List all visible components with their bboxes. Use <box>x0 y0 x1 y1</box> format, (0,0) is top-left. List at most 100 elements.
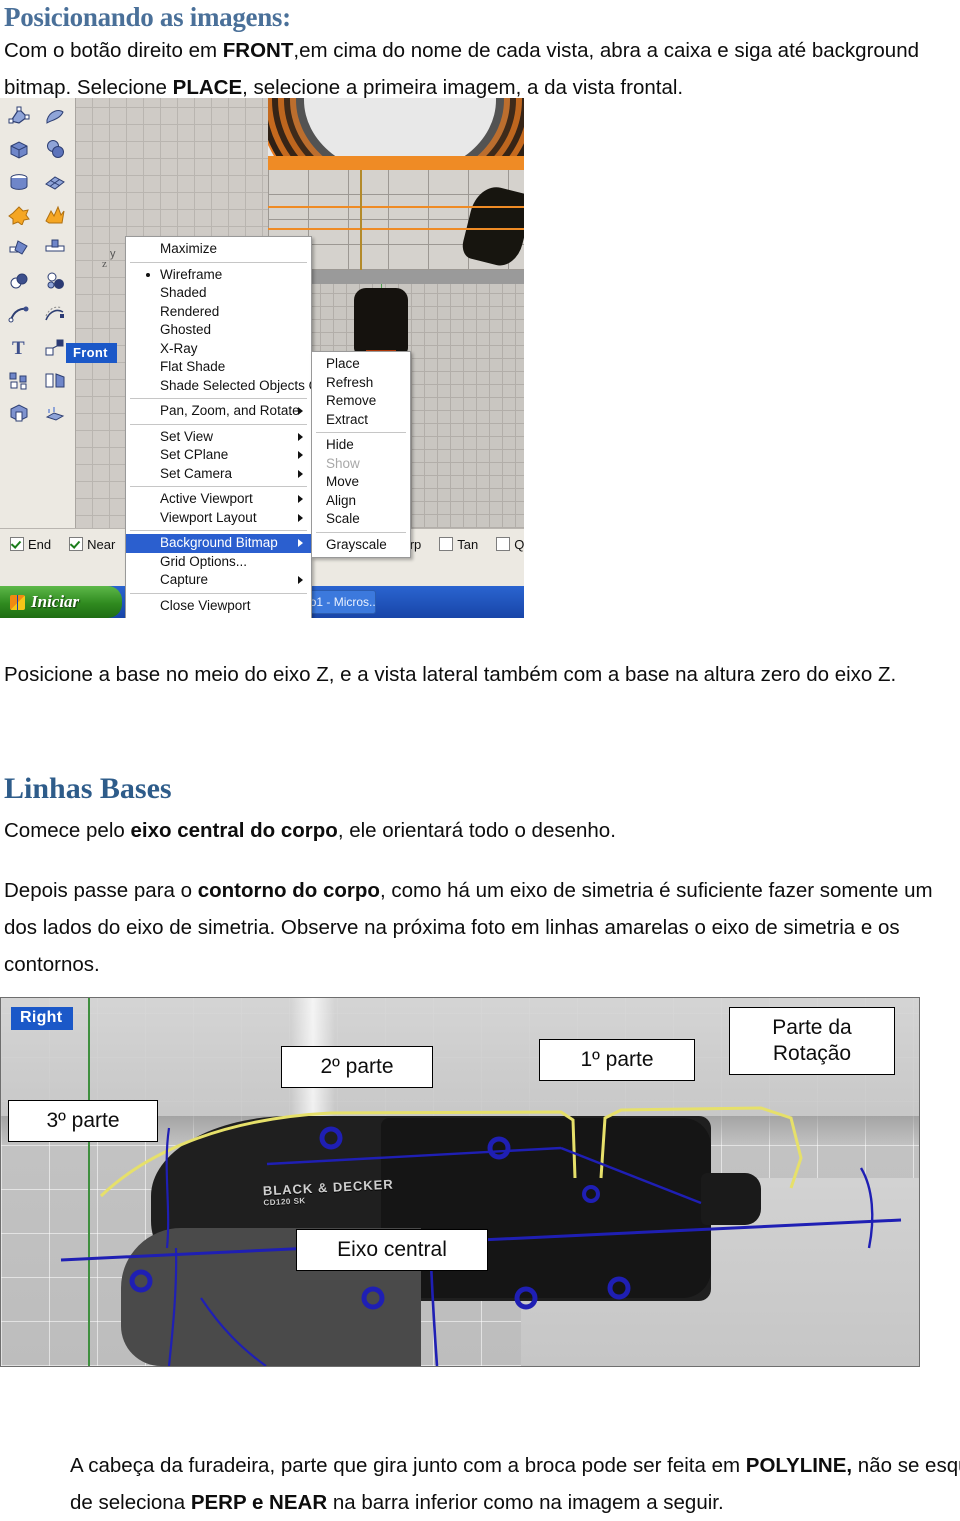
extrude-icon[interactable] <box>39 397 71 429</box>
viewport-context-menu[interactable]: Maximize Wireframe Shaded Rendered Ghost… <box>125 236 336 618</box>
submenu-item-extract[interactable]: Extract <box>312 411 410 430</box>
submenu-item-hide[interactable]: Hide <box>312 436 410 455</box>
menu-item-active-viewport[interactable]: Active Viewport <box>126 490 311 509</box>
radio-bullet-icon <box>146 272 150 277</box>
menu-item-capture[interactable]: Capture <box>126 571 311 590</box>
blue-point-3 <box>129 1269 153 1293</box>
orange-guide-2 <box>268 228 524 230</box>
intro-text-3: , selecione a primeira imagem, a da vist… <box>242 76 684 99</box>
left-toolbar[interactable]: T <box>0 98 76 528</box>
menu-item-shade-selected-only[interactable]: Shade Selected Objects Only <box>126 377 336 396</box>
blue-point-2 <box>487 1136 511 1160</box>
submenu-item-scale[interactable]: Scale <box>312 510 410 529</box>
blue-point-7 <box>582 1185 600 1203</box>
boolean-sphere-icon[interactable] <box>3 265 35 297</box>
menu-item-xray[interactable]: X-Ray <box>126 340 311 359</box>
box-icon[interactable] <box>3 133 35 165</box>
submenu-item-show: Show <box>326 455 360 471</box>
menu-item-set-camera[interactable]: Set Camera <box>126 465 311 484</box>
osnap-tan[interactable]: Tan <box>439 537 478 552</box>
toolbar-column-2[interactable] <box>39 100 73 430</box>
drill-photo-blob <box>459 182 524 270</box>
menu-item-maximize[interactable]: Maximize <box>126 240 311 259</box>
menu-item-viewport-layout[interactable]: Viewport Layout <box>126 509 311 528</box>
menu-item-close-viewport[interactable]: Close Viewport <box>126 597 311 616</box>
submenu-item-remove[interactable]: Remove <box>312 392 410 411</box>
start-button[interactable]: Iniciar <box>0 586 122 618</box>
menu-item-wireframe[interactable]: Wireframe <box>126 266 311 285</box>
osnap-quad-label: Q <box>514 536 524 552</box>
text-tool-icon[interactable]: T <box>3 331 35 363</box>
menu-separator <box>130 423 307 425</box>
two-spheres-icon[interactable] <box>39 133 71 165</box>
mirror-icon[interactable] <box>39 364 71 396</box>
submenu-item-refresh[interactable]: Refresh <box>312 374 410 393</box>
osnap-quad-checkbox[interactable] <box>496 537 511 551</box>
control-points-icon[interactable] <box>3 100 35 132</box>
section-title-linhas-bases: Linhas Bases <box>4 772 172 805</box>
curve-icon[interactable] <box>3 298 35 330</box>
osnap-quad[interactable]: Q <box>496 537 524 552</box>
start-button-label: Iniciar <box>31 592 80 611</box>
trim-icon[interactable] <box>39 232 71 264</box>
drill-head <box>354 288 408 354</box>
viewport-title-right[interactable]: Right <box>11 1007 74 1030</box>
osnap-end[interactable]: End <box>10 537 51 552</box>
menu-item-set-camera-label: Set Camera <box>160 465 233 481</box>
menu-item-rendered[interactable]: Rendered <box>126 303 311 322</box>
orange-bar <box>268 156 524 170</box>
chevron-right-icon <box>298 432 303 441</box>
intro-bold-place: PLACE <box>172 76 243 99</box>
menu-item-viewport-layout-label: Viewport Layout <box>160 509 257 525</box>
surface-icon[interactable] <box>39 100 71 132</box>
intro-paragraph: Com o botão direito em FRONT,em cima do … <box>0 32 956 106</box>
menu-item-grid-options[interactable]: Grid Options... <box>126 553 311 572</box>
svg-text:T: T <box>12 338 25 357</box>
blue-point-4 <box>361 1286 385 1310</box>
menu-item-ghosted[interactable]: Ghosted <box>126 321 311 340</box>
explode-icon[interactable] <box>39 199 71 231</box>
chevron-right-icon <box>298 576 303 584</box>
background-bitmap-submenu[interactable]: Place Refresh Remove Extract Hide Show M… <box>311 351 411 558</box>
split-icon[interactable] <box>3 232 35 264</box>
toolbar-column-1[interactable]: T <box>3 100 37 430</box>
contorno-text-1: Depois passe para o <box>4 879 198 902</box>
solid-box-icon[interactable] <box>3 397 35 429</box>
menu-item-pan-zoom-rotate[interactable]: Pan, Zoom, and Rotate <box>126 402 311 421</box>
menu-separator <box>130 261 307 263</box>
menu-item-set-cplane[interactable]: Set CPlane <box>126 446 311 465</box>
document-page: Posicionando as imagens: Com o botão dir… <box>0 0 960 1516</box>
mesh-plane-icon[interactable] <box>39 166 71 198</box>
menu-item-pan-zoom-rotate-label: Pan, Zoom, and Rotate <box>160 403 300 418</box>
windows-flag-icon <box>10 594 25 610</box>
blue-curve-2 <box>167 1247 178 1366</box>
menu-item-shaded[interactable]: Shaded <box>126 284 311 303</box>
menu-item-active-viewport-label: Active Viewport <box>160 491 253 506</box>
submenu-item-move[interactable]: Move <box>312 473 410 492</box>
final-bold-perp-near: PERP e NEAR <box>190 1491 328 1514</box>
boolean-union-icon[interactable] <box>3 199 35 231</box>
circles-icon[interactable] <box>39 265 71 297</box>
cylinder-icon[interactable] <box>3 166 35 198</box>
menu-item-background-bitmap[interactable]: Background Bitmap <box>126 534 311 553</box>
menu-item-set-view[interactable]: Set View <box>126 428 311 447</box>
submenu-item-grayscale[interactable]: Grayscale <box>312 536 410 555</box>
osnap-tan-checkbox[interactable] <box>439 537 454 551</box>
osnap-near-label: Near <box>87 536 116 552</box>
osnap-near[interactable]: Near <box>69 537 115 552</box>
submenu-item-place[interactable]: Place <box>312 355 410 374</box>
viewport-title-front[interactable]: Front <box>66 343 117 363</box>
menu-item-flat-shade[interactable]: Flat Shade <box>126 358 311 377</box>
group-icon[interactable] <box>3 364 35 396</box>
menu-separator <box>130 398 307 399</box>
paragraph-contorno: Depois passe para o contorno do corpo, c… <box>0 872 956 983</box>
offset-curve-icon[interactable] <box>39 298 71 330</box>
paragraph-final: A cabeça da furadeira, parte que gira ju… <box>0 1447 960 1521</box>
chevron-right-icon <box>298 513 303 522</box>
submenu-separator <box>316 432 406 433</box>
callout-1parte: 1º parte <box>539 1039 695 1081</box>
osnap-end-checkbox[interactable] <box>10 537 24 551</box>
final-bold-polyline: POLYLINE, <box>745 1454 853 1477</box>
submenu-item-align[interactable]: Align <box>312 492 410 511</box>
osnap-near-checkbox[interactable] <box>69 537 84 551</box>
